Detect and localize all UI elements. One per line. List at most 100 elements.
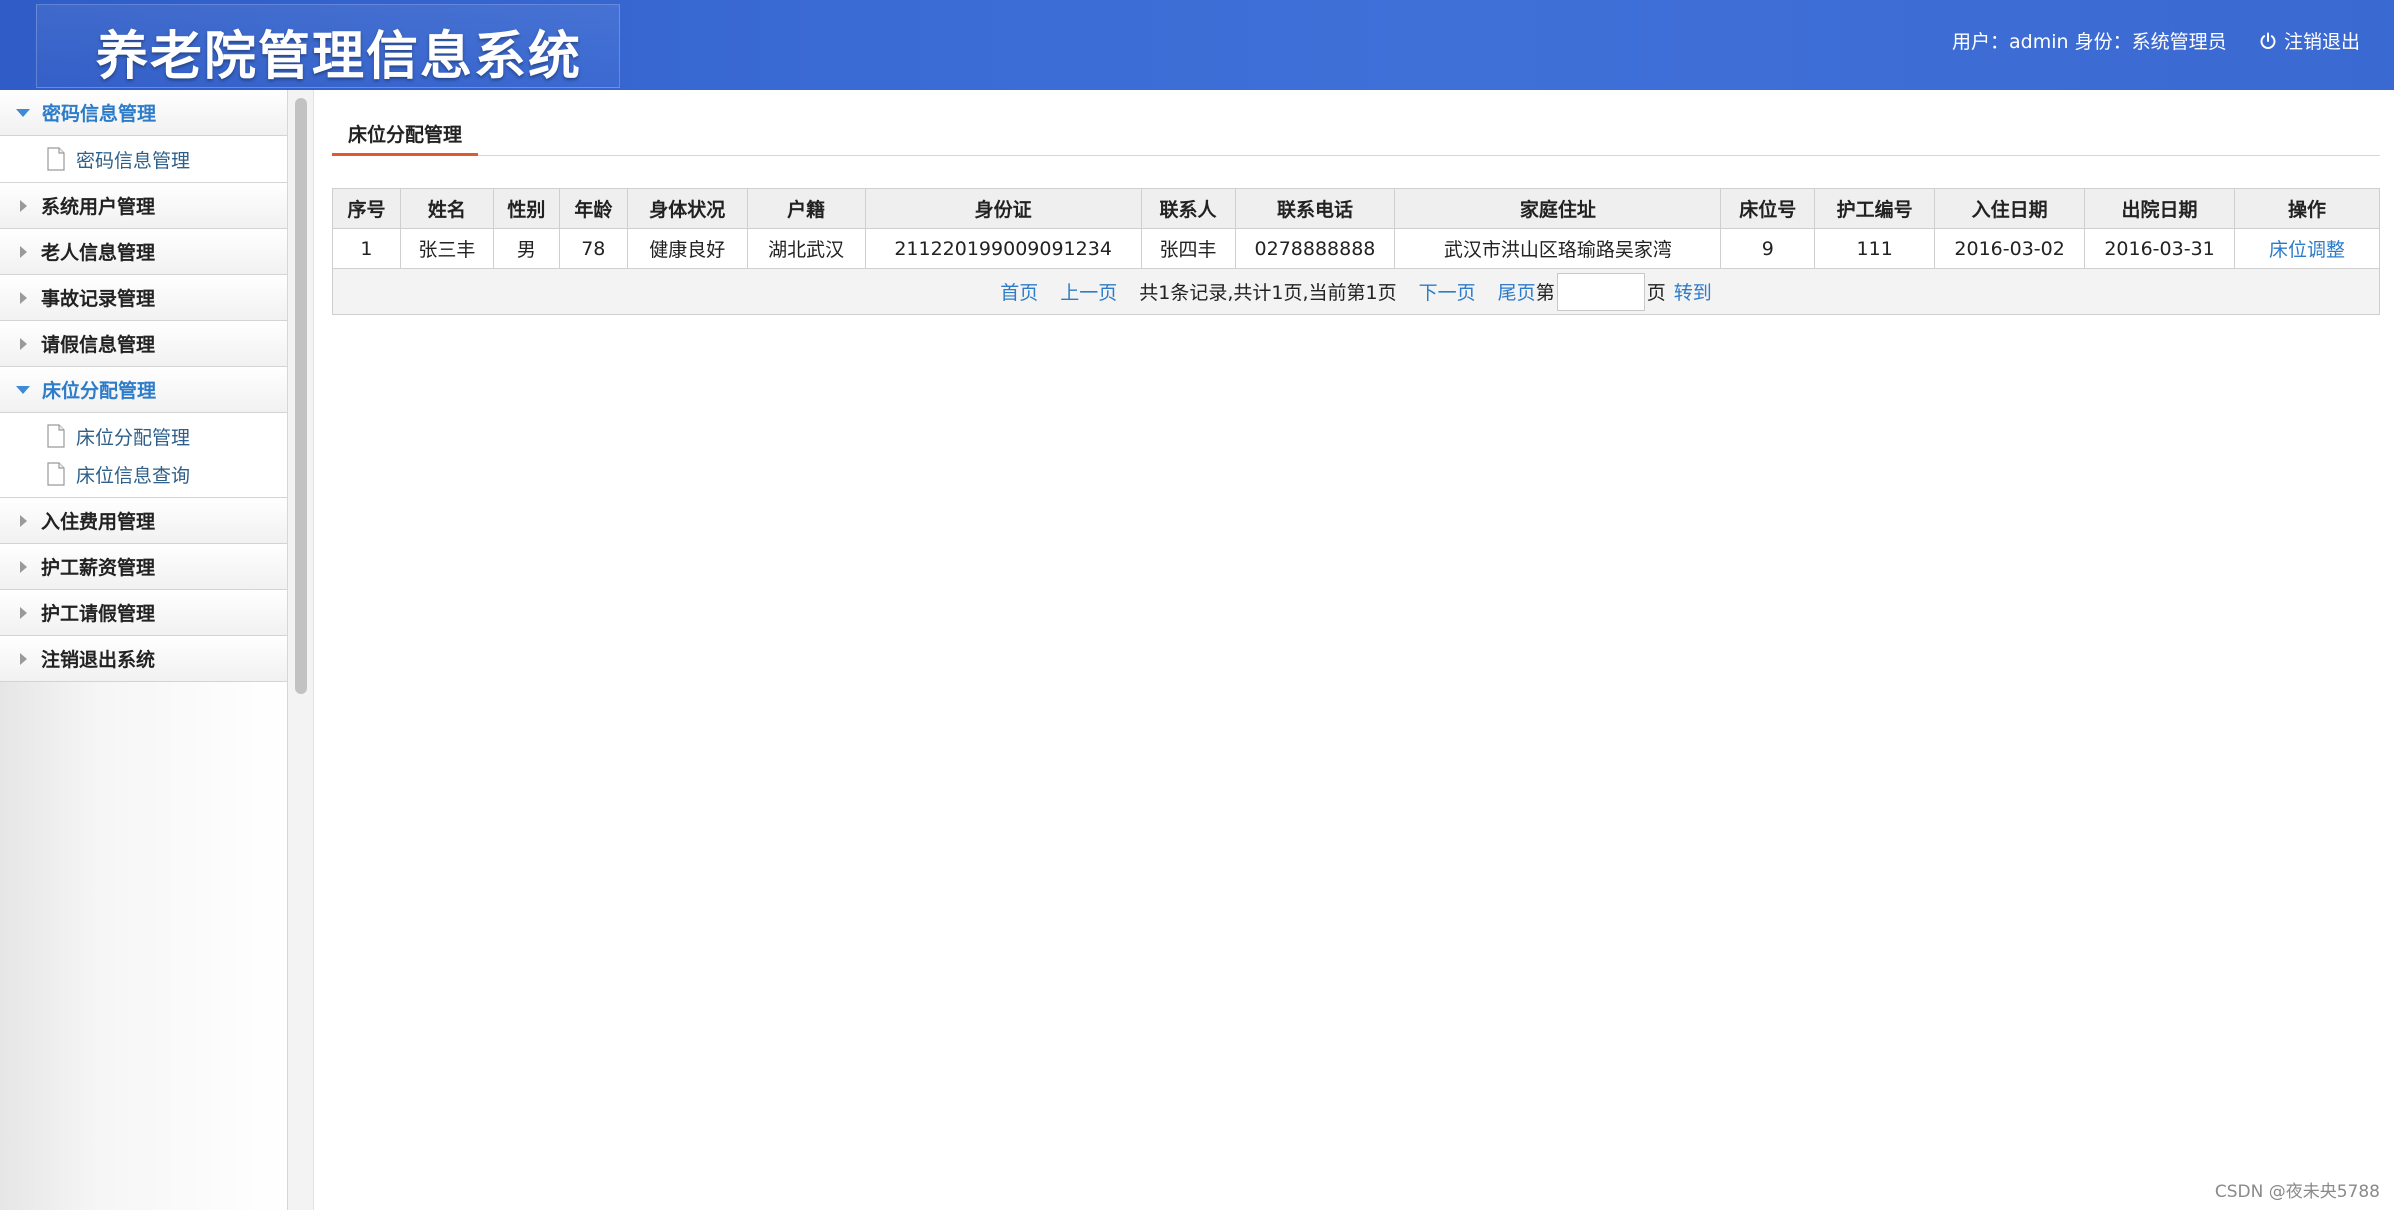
logout-label: 注销退出 [2284,31,2361,53]
column-header: 序号 [332,188,401,229]
collapsed-arrow-icon [20,652,27,665]
submenu-item-bed-info-query[interactable]: 床位信息查询 [0,455,287,493]
submenu-item-label: 床位分配管理 [76,426,191,449]
submenu-password: 密码信息管理 [0,136,287,183]
table-cell: 2016-03-31 [2084,228,2236,269]
table-row: 1 张三丰 男 78 健康良好 湖北武汉 211220199009091234 … [332,228,2380,269]
table-cell: 1 [332,228,401,269]
table-cell: 男 [492,228,560,269]
collapsed-arrow-icon [20,337,27,350]
pager-cell: 首页 上一页 共1条记录,共计1页,当前第1页 下一页 尾页 第 页 转到 [332,268,2380,315]
table-cell: 健康良好 [626,228,748,269]
go-to-page-link[interactable]: 转到 [1674,278,1712,305]
submenu-item-label: 床位信息查询 [76,464,191,487]
menu-group-system-users[interactable]: 系统用户管理 [0,183,287,229]
main-content: 床位分配管理 序号 姓名 性别 年龄 身体状况 户籍 身份证 联系人 联系电话 … [332,90,2380,315]
table-cell: 湖北武汉 [746,228,866,269]
pager-row: 首页 上一页 共1条记录,共计1页,当前第1页 下一页 尾页 第 页 转到 [332,268,2380,315]
table-cell: 9 [1720,228,1816,269]
menu-group-admission-fees[interactable]: 入住费用管理 [0,498,287,544]
watermark: CSDN @夜未央5788 [2214,1182,2380,1202]
tab-bar: 床位分配管理 [332,90,2380,156]
menu-group-label: 事故记录管理 [41,288,156,310]
column-header: 联系人 [1140,188,1236,229]
next-page-link[interactable]: 下一页 [1419,278,1476,305]
document-icon [47,424,65,448]
table-cell: 111 [1814,228,1936,269]
page-prefix: 第 [1535,282,1555,304]
column-header: 床位号 [1720,188,1816,229]
page-number-input[interactable] [1556,272,1645,311]
document-icon [47,462,65,486]
submenu-bed-allocation: 床位分配管理 床位信息查询 [0,413,287,498]
menu-group-elderly-info[interactable]: 老人信息管理 [0,229,287,275]
menu-group-label: 请假信息管理 [41,334,156,356]
menu-group-caregiver-leave[interactable]: 护工请假管理 [0,590,287,636]
column-header: 户籍 [746,188,866,229]
menu-group-label: 护工薪资管理 [41,557,156,579]
column-header: 性别 [492,188,560,229]
page-suffix: 页 [1646,282,1666,304]
table-cell: 武汉市洪山区珞瑜路吴家湾 [1394,228,1722,269]
scrollbar-thumb[interactable] [295,98,307,694]
top-header: 养老院管理信息系统 用户：admin 身份：系统管理员 注销退出 [0,0,2394,90]
power-icon [2260,32,2276,49]
column-header: 入住日期 [1934,188,2086,229]
table-cell: 张三丰 [399,228,494,269]
table-cell: 张四丰 [1140,228,1236,269]
document-icon [47,147,65,171]
last-page-link[interactable]: 尾页 [1498,278,1536,305]
column-header: 身份证 [864,188,1142,229]
submenu-item-password-manage[interactable]: 密码信息管理 [0,140,287,178]
collapsed-arrow-icon [20,606,27,619]
column-header: 护工编号 [1814,188,1936,229]
collapsed-arrow-icon [20,199,27,212]
menu-group-label: 护工请假管理 [41,603,156,625]
menu-group-label: 老人信息管理 [41,242,156,264]
menu-group-password[interactable]: 密码信息管理 [0,90,287,136]
column-header: 身体状况 [626,188,748,229]
menu-group-label: 床位分配管理 [42,380,157,402]
table-cell: 78 [558,228,628,269]
menu-group-label: 注销退出系统 [41,649,156,671]
table-header-row: 序号 姓名 性别 年龄 身体状况 户籍 身份证 联系人 联系电话 家庭住址 床位… [332,188,2380,229]
collapsed-arrow-icon [20,514,27,527]
submenu-item-label: 密码信息管理 [76,149,191,172]
expanded-arrow-icon [16,385,30,394]
menu-group-leave-info[interactable]: 请假信息管理 [0,321,287,367]
menu-group-bed-allocation[interactable]: 床位分配管理 [0,367,287,413]
column-header: 年龄 [558,188,628,229]
collapsed-arrow-icon [20,291,27,304]
column-header: 出院日期 [2084,188,2236,229]
expanded-arrow-icon [16,108,30,117]
menu-group-label: 系统用户管理 [41,196,156,218]
column-header: 家庭住址 [1394,188,1722,229]
submenu-item-bed-allocation-manage[interactable]: 床位分配管理 [0,417,287,455]
first-page-link[interactable]: 首页 [1000,278,1038,305]
logout-button[interactable]: 注销退出 [2258,27,2360,54]
column-header: 联系电话 [1234,188,1396,229]
table-cell: 211220199009091234 [864,228,1142,269]
pager-summary: 共1条记录,共计1页,当前第1页 [1139,282,1397,304]
collapsed-arrow-icon [20,560,27,573]
bed-adjust-link[interactable]: 床位调整 [2269,239,2345,261]
tab-bed-allocation[interactable]: 床位分配管理 [332,114,479,156]
menu-group-label: 密码信息管理 [42,103,157,125]
prev-page-link[interactable]: 上一页 [1060,278,1117,305]
sidebar-scrollbar[interactable] [288,90,314,1210]
menu-group-accident-records[interactable]: 事故记录管理 [0,275,287,321]
sidebar: 密码信息管理 密码信息管理 系统用户管理 老人信息管理 事故记录管理 请假信息管… [0,90,288,1210]
table-cell: 2016-03-02 [1934,228,2086,269]
collapsed-arrow-icon [20,245,27,258]
pagination: 首页 上一页 共1条记录,共计1页,当前第1页 下一页 尾页 第 页 转到 [1000,272,1712,311]
column-header: 操作 [2234,188,2380,229]
menu-group-caregiver-salary[interactable]: 护工薪资管理 [0,544,287,590]
table-cell-action: 床位调整 [2234,228,2380,269]
bed-allocation-table: 序号 姓名 性别 年龄 身体状况 户籍 身份证 联系人 联系电话 家庭住址 床位… [332,188,2380,315]
table-cell: 0278888888 [1234,228,1396,269]
menu-group-label: 入住费用管理 [41,511,156,533]
menu-group-logout-system[interactable]: 注销退出系统 [0,636,287,682]
column-header: 姓名 [399,188,494,229]
app-title: 养老院管理信息系统 [96,27,583,87]
user-info: 用户：admin 身份：系统管理员 [1952,31,2227,53]
